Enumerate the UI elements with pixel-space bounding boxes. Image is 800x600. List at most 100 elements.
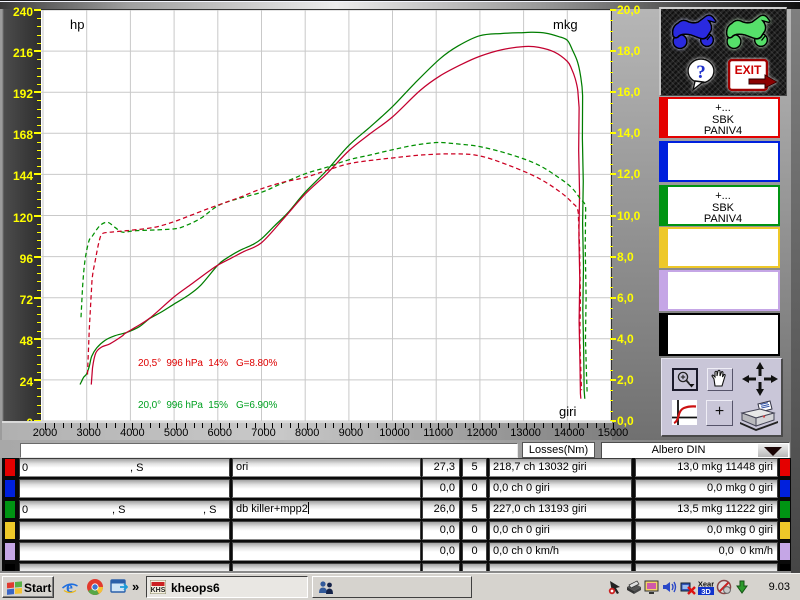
rpm-tick (412, 423, 413, 428)
run-slot-box-0[interactable]: +...SBKPANIV4 (659, 97, 780, 138)
help-bubble-icon: ? (683, 55, 719, 95)
table-cell[interactable] (19, 542, 230, 561)
ie-quicklaunch-icon[interactable]: e (61, 578, 79, 596)
table-cell[interactable] (232, 542, 421, 561)
table-row: 0, Sori27,35218,7 ch 13032 giri13,0 mkg … (2, 458, 800, 479)
rpm-tick (325, 423, 326, 428)
table-cell[interactable]: 0 (462, 479, 487, 498)
table-cell[interactable]: 13,5 mkg 11222 giri (635, 500, 778, 519)
start-button[interactable]: Start (2, 576, 54, 598)
row-color-right (780, 501, 790, 518)
table-cell[interactable]: 0 (462, 521, 487, 540)
rpm-tick (456, 423, 457, 428)
table-cell[interactable]: 0 (462, 542, 487, 561)
hp-tick-label: 216 (0, 48, 33, 58)
move-arrows-button[interactable] (740, 361, 780, 397)
box-line: +... (668, 191, 778, 203)
table-cell[interactable] (19, 479, 230, 498)
blue-motorcycle-button[interactable] (669, 11, 721, 53)
table-cell[interactable]: 227,0 ch 13193 giri (489, 500, 632, 519)
run-slot-box-3[interactable] (659, 227, 780, 268)
rpm-tick-label: 15000 (598, 428, 629, 439)
mkg-minor-tick (610, 359, 613, 360)
green-motorcycle-button[interactable] (723, 11, 775, 53)
rpm-tick (465, 423, 466, 428)
x-axis-band: 2000300040005000600070008000900010000110… (0, 421, 612, 440)
exit-button[interactable]: EXIT (725, 57, 783, 95)
hp-tick-label: 72 (0, 295, 33, 305)
run-slot-box-5[interactable] (659, 313, 780, 356)
table-cell[interactable]: 26,0 (422, 500, 460, 519)
row-color-right (780, 522, 790, 539)
rpm-tick (360, 423, 361, 428)
table-cell[interactable]: 5 (462, 458, 487, 477)
volume-icon[interactable] (662, 579, 678, 595)
shaft-combo[interactable]: Albero DIN (601, 442, 790, 459)
device-error-icon[interactable] (680, 579, 696, 595)
table-cell[interactable]: 218,7 ch 13032 giri (489, 458, 632, 477)
rpm-tick (237, 423, 238, 428)
table-cell[interactable]: 5 (462, 500, 487, 519)
task-button-kheops6[interactable]: KHS kheops6 (146, 576, 308, 598)
task-button-label: kheops6 (171, 581, 220, 595)
table-row: 0,000,0 ch 0 giri0,0 mkg 0 giri (2, 521, 800, 542)
task-button-2[interactable] (312, 576, 472, 598)
taskbar-clock: 9.03 (769, 581, 790, 593)
rpm-tick (150, 423, 151, 428)
mkg-minor-tick (610, 329, 613, 330)
empty-wide-field[interactable] (20, 443, 518, 458)
help-button[interactable]: ? (683, 55, 719, 95)
mkg-minor-tick (610, 400, 613, 401)
rpm-tick (552, 423, 553, 428)
table-cell[interactable]: ori (232, 458, 421, 477)
left-axis-band: 024487296120144168192216240 (0, 9, 41, 421)
window-quicklaunch-icon[interactable] (110, 578, 128, 596)
table-cell[interactable]: 0,0 (422, 521, 460, 540)
blocked-icon[interactable] (716, 579, 732, 595)
table-cell[interactable]: 0,0 ch 0 giri (489, 521, 632, 540)
run-slot-box-4[interactable] (659, 270, 780, 311)
table-cell[interactable] (232, 479, 421, 498)
combo-dropdown-button[interactable] (758, 444, 788, 457)
chevron-more-icon[interactable]: » (132, 579, 139, 594)
add-button[interactable]: + (706, 400, 733, 426)
table-cell[interactable]: 0,0 (422, 479, 460, 498)
table-cell[interactable]: 27,3 (422, 458, 460, 477)
curve-scale-button[interactable] (672, 400, 697, 425)
print-button[interactable] (738, 397, 780, 431)
display-icon[interactable] (644, 579, 660, 595)
table-cell[interactable]: 0, S (19, 458, 230, 477)
xear3d-icon[interactable]: Xear3D (698, 579, 714, 595)
table-cell[interactable]: 0,0 mkg 0 giri (635, 521, 778, 540)
run-slot-box-1[interactable] (659, 141, 780, 182)
losses-field[interactable]: Losses(Nm) (522, 442, 595, 458)
table-cell[interactable] (19, 521, 230, 540)
table-cell[interactable] (232, 521, 421, 540)
mkg-tick-label: 14,0 (617, 128, 640, 138)
table-cell[interactable]: 0,0 0 km/h (635, 542, 778, 561)
table-cell[interactable]: 0,0 (422, 542, 460, 561)
hp-major-tick (34, 215, 41, 217)
field-segment: , S (203, 502, 216, 519)
run-slot-box-2[interactable]: +...SBKPANIV4 (659, 185, 780, 226)
table-cell[interactable]: 0,0 mkg 0 giri (635, 479, 778, 498)
pen-pointer-icon[interactable] (608, 579, 624, 595)
chrome-quicklaunch-icon[interactable] (86, 578, 104, 596)
table-cell[interactable]: db killer+mpp2 (232, 500, 421, 519)
field-segment: 0 (22, 460, 28, 477)
rpm-tick-label: 12000 (467, 428, 498, 439)
power_red_solid (91, 46, 581, 398)
pan-hand-button[interactable] (707, 368, 733, 391)
hp-tick-label: 24 (0, 377, 33, 387)
table-cell[interactable]: 13,0 mkg 11448 giri (635, 458, 778, 477)
dyno-chart-plot[interactable]: hp mkg giri 20,5° 996 hPa 14% G=8.80% 20… (41, 10, 611, 421)
green-update-icon[interactable] (734, 579, 750, 595)
table-cell[interactable]: 0, S, S (19, 500, 230, 519)
hp-tick-label: 192 (0, 89, 33, 99)
zoom-button[interactable] (672, 368, 698, 391)
rpm-tick (508, 423, 509, 428)
scanner-icon[interactable] (626, 579, 642, 595)
table-cell[interactable]: 0,0 ch 0 km/h (489, 542, 632, 561)
table-cell[interactable]: 0,0 ch 0 giri (489, 479, 632, 498)
rpm-tick-label: 7000 (251, 428, 275, 439)
